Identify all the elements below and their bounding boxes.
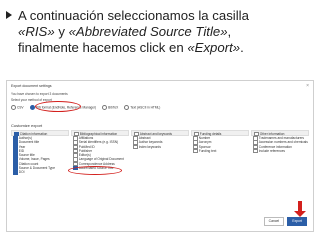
checkbox-icon [253,148,258,154]
format-label: BibTeX [108,105,119,110]
instruction-line-1-text: A continuación seleccionamos la casilla [18,8,249,23]
format-label: Text (ASCII in HTML) [130,105,161,110]
radio-icon [11,105,16,110]
instruction-line-3: finalmente hacemos click en «Export». [6,40,314,56]
instruction-text: A continuación seleccionamos la casilla … [6,8,314,56]
period-text: . [240,40,244,55]
export-settings-dialog: Export document settings × You have chos… [6,80,314,232]
column-bibliographical: Bibliographical information Affiliations… [68,130,129,175]
bullet-icon [6,11,12,19]
export-emphasis: «Export» [187,40,241,55]
format-option-text[interactable]: Text (ASCII in HTML) [124,105,160,110]
format-radio-group: CSV RIS format (EndNote, Reference Manag… [11,105,160,110]
field-item[interactable]: Include references [251,148,309,154]
instruction-line-3-text: finalmente hacemos click en [18,40,188,55]
field-label: Include references [258,149,286,154]
instruction-line-1: A continuación seleccionamos la casilla [6,8,314,24]
ris-highlight-oval [35,101,81,112]
field-item[interactable]: DOI [11,170,69,175]
format-option-bibtex[interactable]: BibTeX [102,105,118,110]
format-option-csv[interactable]: CSV [11,105,24,110]
field-label: Funding text [198,149,217,154]
column-funding: Funding details Number Acronym Sponsor F… [191,130,249,175]
checkbox-checked-icon [13,170,18,175]
radio-selected-icon [29,105,35,110]
dialog-actions: Cancel Export [263,217,307,226]
dialog-title: Export document settings [11,84,52,88]
comma-text: , [227,24,232,39]
field-item[interactable]: Index keywords [131,144,189,149]
column-other: Other information Tradenames and manufac… [251,130,309,175]
field-columns: Citation information Author(s) Document … [11,130,309,175]
radio-icon [102,105,108,110]
export-count-text: You have chosen to export 3 documents [11,92,68,96]
checkbox-icon [133,144,138,149]
export-button[interactable]: Export [287,217,307,226]
checkbox-icon [193,148,198,154]
conjunction-text: y [54,24,69,39]
close-icon[interactable]: × [306,83,309,89]
field-label: DOI [18,170,25,175]
format-label: CSV [17,105,24,110]
abbreviated-source-highlight-oval [68,166,122,175]
radio-icon [124,105,130,110]
cancel-button[interactable]: Cancel [263,217,285,226]
customize-export-title: Customize export [11,123,43,128]
instruction-line-2: «RIS» y «Abbreviated Source Title», [6,24,314,40]
column-citation: Citation information Author(s) Document … [11,130,69,175]
field-label: Index keywords [138,144,161,149]
ris-emphasis: «RIS» [18,24,55,39]
field-item[interactable]: Funding text [191,148,249,154]
arrow-down-icon [294,201,306,217]
column-abstract: Abstract and keywords Abstract Author ke… [131,130,189,175]
abbreviated-source-emphasis: «Abbreviated Source Title» [68,24,228,39]
